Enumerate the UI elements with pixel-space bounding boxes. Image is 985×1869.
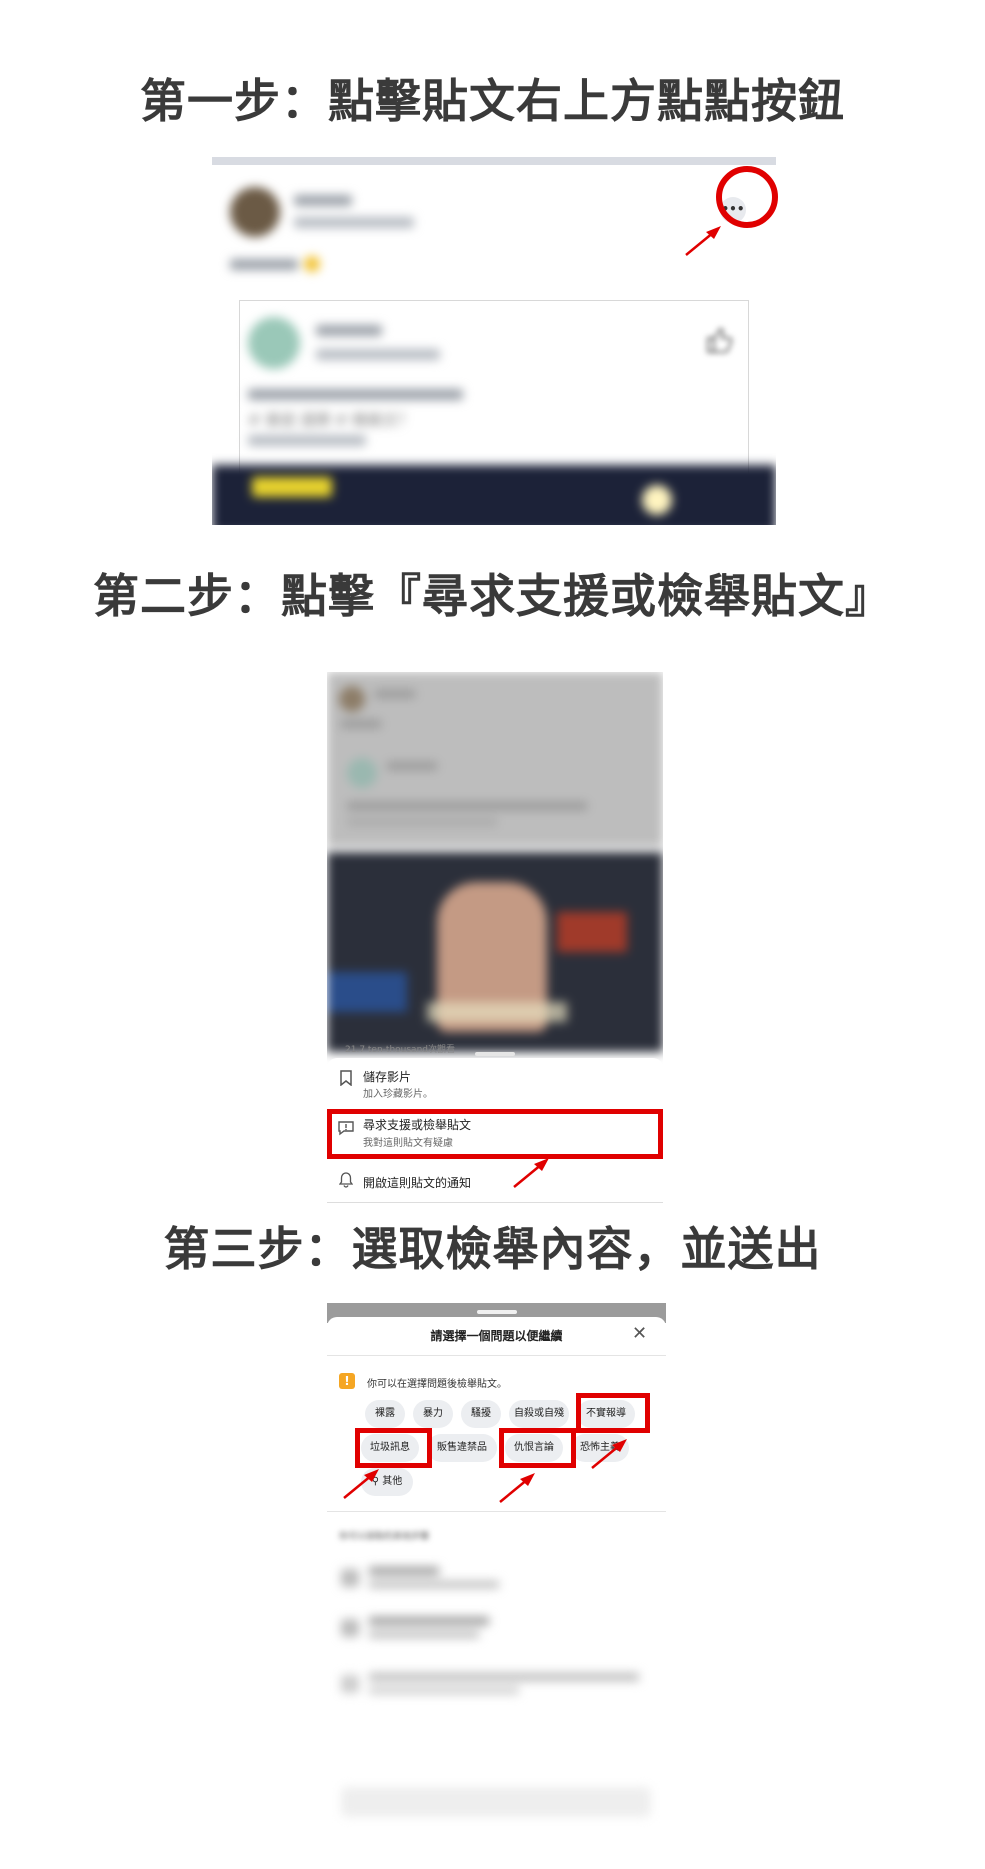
- shared-post-card: # 豪遊 選擇 # 韓美文？: [239, 300, 749, 476]
- chip-harassment[interactable]: 騷擾: [461, 1400, 501, 1428]
- more-options-highlight: [716, 166, 778, 228]
- chip-illegal-sales[interactable]: 販售違禁品: [427, 1434, 497, 1462]
- menu-item-save-video[interactable]: 儲存影片 加入珍藏影片。: [327, 1058, 663, 1106]
- video-player: [327, 852, 663, 1052]
- sheet-handle[interactable]: [477, 1310, 517, 1314]
- arrow-icon: [513, 1158, 549, 1188]
- arrow-icon: [499, 1473, 535, 1503]
- step1-screenshot: # 豪遊 選擇 # 韓美文？ •••: [212, 157, 776, 525]
- bell-icon: [337, 1172, 355, 1192]
- step1-heading: 第一步：點擊貼文右上方點點按鈕: [140, 74, 845, 128]
- like-icon: [707, 327, 733, 353]
- info-text: 你可以在選擇問題後檢舉貼文。: [367, 1379, 507, 1390]
- close-icon[interactable]: ✕: [632, 1323, 647, 1344]
- chip-nudity[interactable]: 裸露: [365, 1400, 405, 1428]
- section-label: 你可以採取的其他步驟: [339, 1532, 430, 1542]
- hate-speech-highlight: [499, 1428, 576, 1468]
- step3-heading: 第三步：選取檢舉內容，並送出: [163, 1222, 822, 1276]
- chip-self-harm[interactable]: 自殺或自殘: [509, 1400, 569, 1428]
- arrow-icon: [685, 226, 721, 256]
- step3-screenshot: 請選擇一個問題以便繼續 ✕ ! 你可以在選擇問題後檢舉貼文。 裸露 暴力 騷擾 …: [327, 1303, 666, 1843]
- view-count: 21.7 ten-thousand次觀看: [345, 1045, 455, 1055]
- dialog-title: 請選擇一個問題以便繼續: [430, 1329, 563, 1343]
- sheet-handle[interactable]: [475, 1052, 515, 1056]
- arrow-icon: [343, 1469, 379, 1499]
- chip-violence[interactable]: 暴力: [413, 1400, 453, 1428]
- video-thumbnail: [212, 465, 776, 525]
- menu-item-notifications[interactable]: 開啟這則貼文的通知: [327, 1162, 663, 1200]
- avatar: [230, 187, 280, 237]
- arrow-icon: [591, 1439, 627, 1469]
- bookmark-icon: [337, 1070, 355, 1090]
- spam-highlight: [355, 1428, 432, 1468]
- step2-heading: 第二步：點擊『尋求支援或檢舉貼文』: [93, 569, 892, 623]
- warning-icon: !: [339, 1373, 355, 1389]
- dimmed-feed: [327, 672, 663, 847]
- false-news-highlight: [576, 1393, 650, 1433]
- report-option-highlight: [327, 1109, 663, 1159]
